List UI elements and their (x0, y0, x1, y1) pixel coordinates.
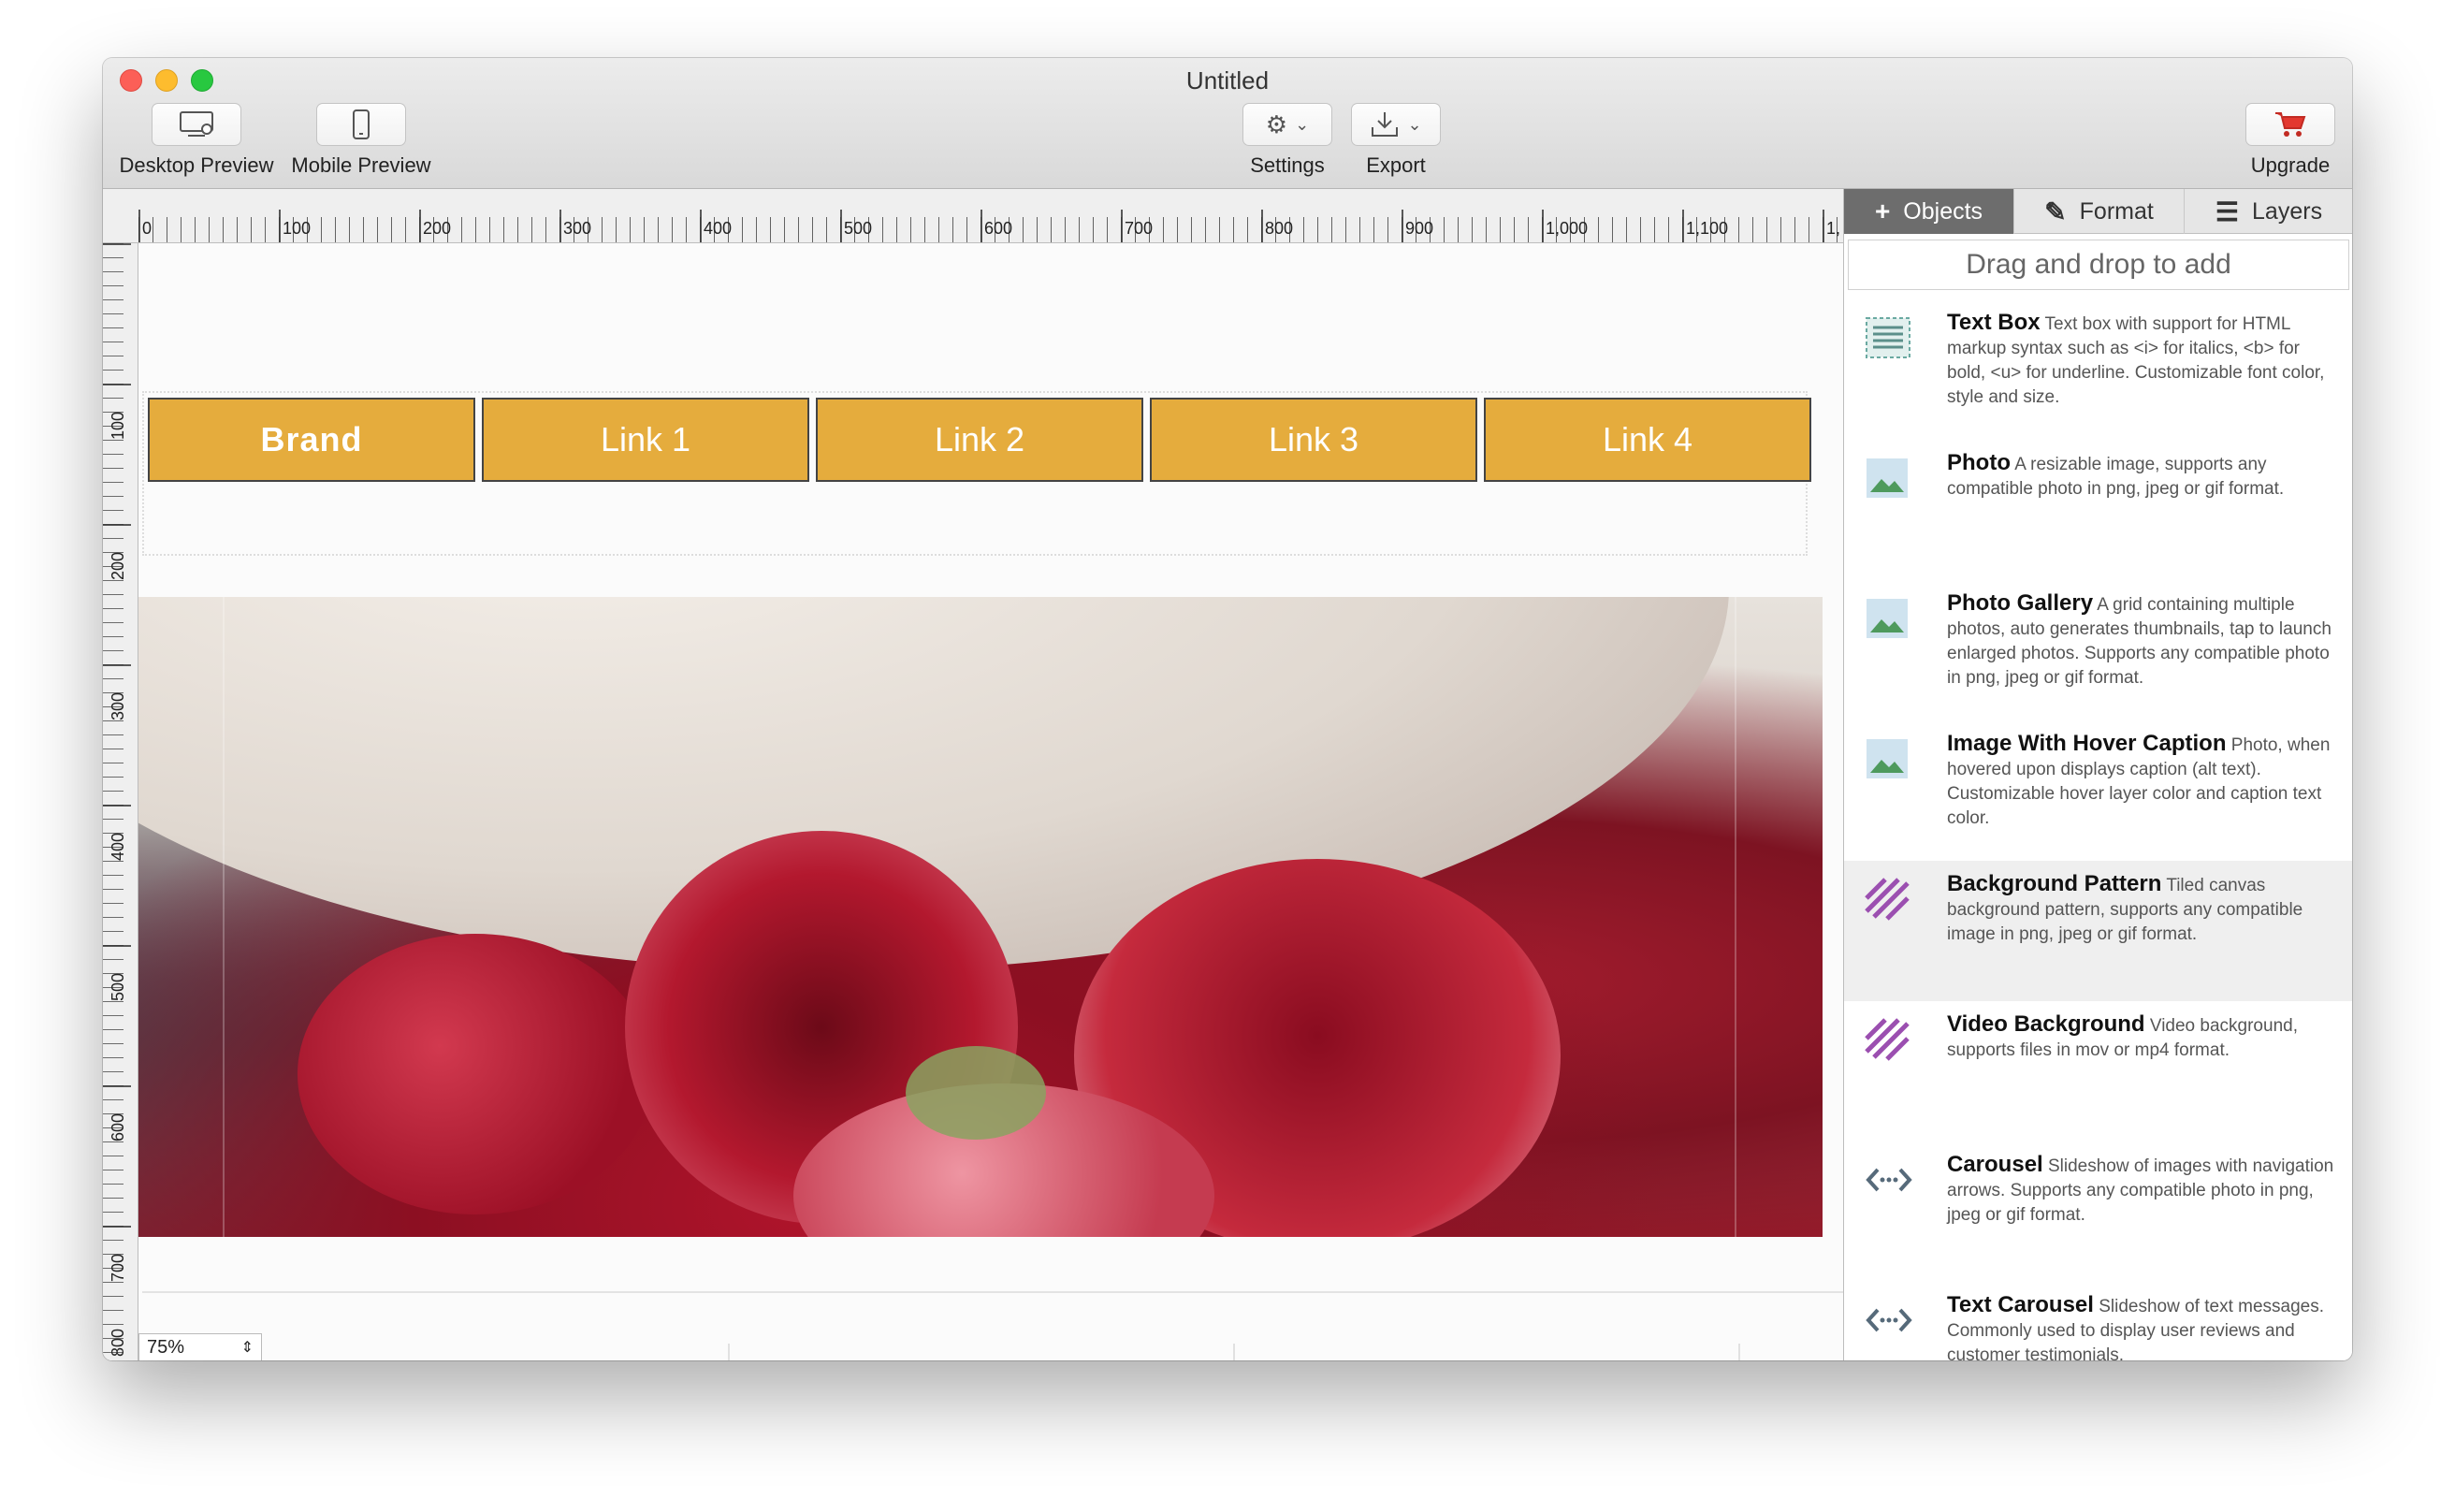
app-window: Untitled Desktop Preview Mobile Preview … (103, 58, 2352, 1360)
desktop-preview-button[interactable]: Desktop Preview (116, 103, 277, 178)
ruler-label: 900 (1405, 219, 1434, 238)
ruler-label: 100 (283, 219, 312, 238)
export-button[interactable]: ⌄ Export (1349, 103, 1443, 178)
object-photo[interactable]: Photo A resizable image, supports any co… (1844, 440, 2352, 580)
text-box-icon (1865, 316, 1911, 363)
object-name: Text Carousel (1947, 1292, 2094, 1317)
ruler-label: 500 (109, 972, 127, 1001)
chevron-down-icon: ⌄ (1295, 114, 1310, 134)
nav-link-3[interactable]: Link 3 (1150, 398, 1477, 482)
ruler-label: 100 (109, 411, 127, 440)
object-name: Photo (1947, 450, 2011, 475)
object-text-box[interactable]: Text Box Text box with support for HTML … (1844, 299, 2352, 440)
ruler-label: 400 (109, 832, 127, 861)
settings-button[interactable]: ⚙ ⌄ Settings (1241, 103, 1334, 178)
settings-label: Settings (1250, 153, 1325, 177)
ruler-label: 800 (109, 1328, 127, 1357)
nav-link-1[interactable]: Link 1 (482, 398, 809, 482)
ruler-label: 1,100 (1686, 219, 1729, 238)
tab-layers-label: Layers (2252, 197, 2323, 225)
object-name: Video Background (1947, 1011, 2145, 1037)
plus-icon: + (1874, 196, 1891, 225)
ruler-label: 1, (1826, 219, 1841, 238)
desktop-preview-label: Desktop Preview (119, 153, 274, 177)
cart-icon (2245, 103, 2335, 146)
object-name: Carousel (1947, 1152, 2043, 1177)
layers-icon: ☰ (2215, 196, 2240, 226)
nav-link-4[interactable]: Link 4 (1484, 398, 1811, 482)
ruler-label: 600 (984, 219, 1013, 238)
section-divider (142, 1291, 1843, 1293)
ruler-label: 1,000 (1546, 219, 1589, 238)
ruler-label: 200 (423, 219, 452, 238)
horizontal-ruler: 0 100 200 300 400 500 600 700 800 900 1,… (103, 189, 1843, 243)
object-name: Background Pattern (1947, 871, 2162, 896)
pattern-icon (1865, 1018, 1911, 1065)
nav-brand[interactable]: Brand (148, 398, 475, 482)
object-photo-gallery[interactable]: Photo Gallery A grid containing multiple… (1844, 580, 2352, 720)
object-name: Image With Hover Caption (1947, 731, 2227, 756)
photo-icon (1865, 737, 1911, 784)
nav-bar[interactable]: Brand Link 1 Link 2 Link 3 Link 4 (142, 391, 1811, 556)
ruler-label: 600 (109, 1112, 127, 1141)
chevron-down-icon: ⌄ (1407, 114, 1422, 134)
nav-link-2[interactable]: Link 2 (816, 398, 1143, 482)
tab-objects-label: Objects (1903, 197, 1983, 225)
ruler-label: 800 (1265, 219, 1294, 238)
desktop-icon (152, 103, 241, 146)
objects-panel: + Objects ✎ Format ☰ Layers Drag and dro… (1843, 189, 2352, 1360)
ruler-label: 300 (563, 219, 592, 238)
tab-format-label: Format (2079, 197, 2154, 225)
window-title: Untitled (1185, 66, 1270, 94)
photo-icon (1865, 457, 1911, 503)
ruler-label: 300 (109, 691, 127, 720)
upgrade-label: Upgrade (2250, 153, 2331, 177)
carousel-icon (1865, 1299, 1912, 1345)
gear-icon: ⚙ (1265, 109, 1288, 138)
stepper-icon: ⇕ (240, 1340, 254, 1356)
ruler-label: 700 (109, 1253, 127, 1282)
mobile-preview-label: Mobile Preview (291, 153, 431, 177)
object-name: Text Box (1947, 310, 2041, 335)
upgrade-button[interactable]: Upgrade (2242, 103, 2339, 178)
ruler-label: 500 (844, 219, 873, 238)
pattern-icon (1865, 878, 1911, 924)
mobile-preview-button[interactable]: Mobile Preview (286, 103, 436, 178)
export-label: Export (1366, 153, 1426, 177)
tab-layers[interactable]: ☰ Layers (2185, 189, 2352, 234)
ruler-label: 700 (1125, 219, 1154, 238)
panel-tabs: + Objects ✎ Format ☰ Layers (1844, 189, 2352, 234)
zoom-select[interactable]: 75% ⇕ (138, 1333, 262, 1360)
object-image-hover-caption[interactable]: Image With Hover Caption Photo, when hov… (1844, 720, 2352, 861)
object-video-background[interactable]: Video Background Video background, suppo… (1844, 1001, 2352, 1141)
tab-format[interactable]: ✎ Format (2014, 189, 2185, 234)
ruler-label: 200 (109, 551, 127, 580)
pencil-icon: ✎ (2044, 196, 2067, 226)
object-text-carousel[interactable]: Text Carousel Slideshow of text messages… (1844, 1282, 2352, 1360)
export-icon (1372, 112, 1399, 137)
hero-image[interactable] (138, 597, 1823, 1237)
object-background-pattern[interactable]: Background Pattern Tiled canvas backgrou… (1844, 861, 2352, 1001)
ruler-label: 0 (142, 219, 153, 238)
drag-hint: Drag and drop to add (1848, 240, 2349, 290)
mobile-icon (316, 103, 406, 146)
design-page[interactable]: Brand Link 1 Link 2 Link 3 Link 4 (138, 243, 1843, 1360)
titlebar: Untitled Desktop Preview Mobile Preview … (103, 58, 2352, 189)
carousel-icon (1865, 1158, 1912, 1205)
ruler-label: 400 (704, 219, 733, 238)
canvas-area[interactable]: 0 100 200 300 400 500 600 700 800 900 1,… (103, 189, 1843, 1360)
photo-icon (1865, 597, 1911, 644)
tab-objects[interactable]: + Objects (1844, 189, 2014, 234)
object-carousel[interactable]: Carousel Slideshow of images with naviga… (1844, 1141, 2352, 1282)
zoom-value: 75% (147, 1336, 185, 1358)
object-name: Photo Gallery (1947, 590, 2094, 616)
